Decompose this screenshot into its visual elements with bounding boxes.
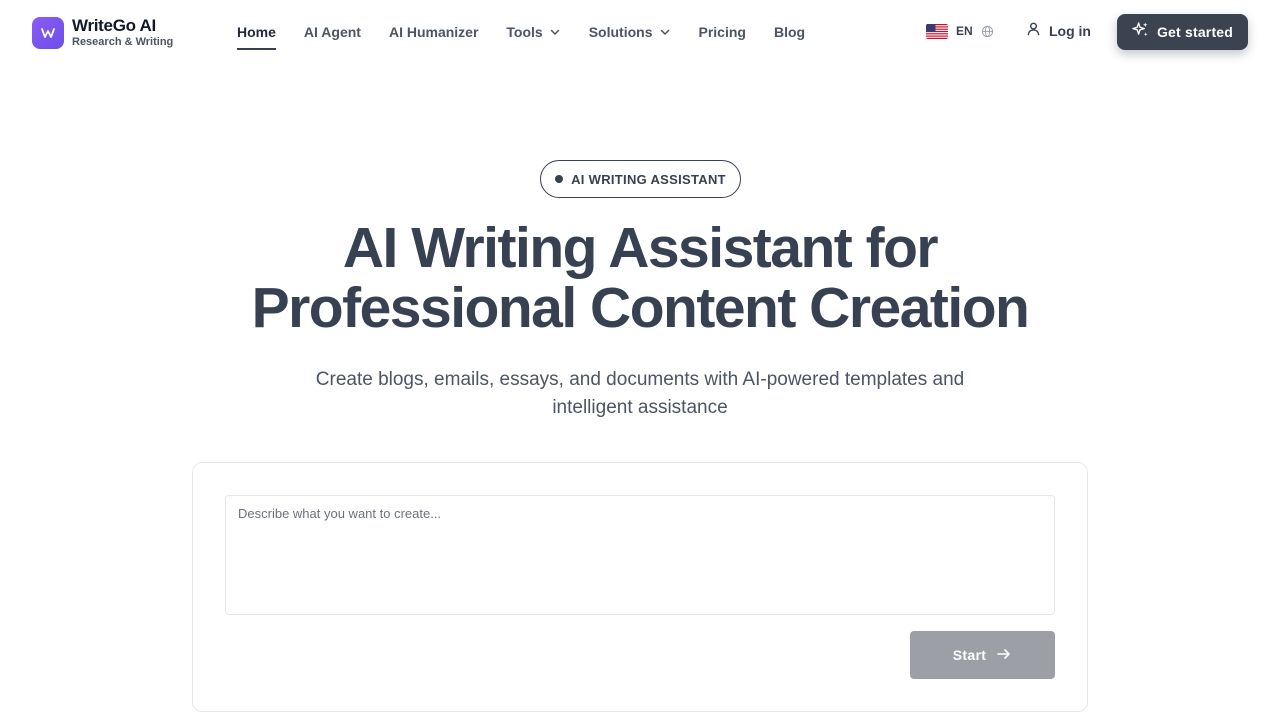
nav-item-ai-humanizer[interactable]: AI Humanizer [389,0,478,64]
nav-item-blog[interactable]: Blog [774,0,805,64]
hero-title-line-2: Professional Content Creation [251,276,1030,340]
composer-card: Start [192,462,1088,712]
nav-item-home[interactable]: Home [237,0,276,64]
login-label: Log in [1049,23,1091,39]
brand-name: WriteGo AI [72,16,156,35]
nav-item-ai-agent[interactable]: AI Agent [304,0,361,64]
get-started-label: Get started [1156,24,1234,40]
us-flag-icon [926,23,948,39]
nav-item-pricing[interactable]: Pricing [699,0,746,64]
brand-tagline: Research & Writing [72,36,174,48]
brand-text: WriteGo AI Research & Writing [72,16,173,49]
prompt-input[interactable] [225,495,1055,615]
start-button[interactable]: Start [910,631,1055,679]
hero-title: AI Writing Assistant for Professional Co… [140,218,1140,338]
user-icon [1026,21,1041,41]
badge-dot-icon [555,175,564,183]
globe-icon [981,25,994,38]
language-selector[interactable]: EN [926,20,994,42]
nav-item-tools[interactable]: Tools [506,0,560,64]
nav-item-solutions[interactable]: Solutions [589,0,671,64]
main-nav: Home AI Agent AI Humanizer Tools Solutio… [237,0,833,64]
hero-subtitle: Create blogs, emails, essays, and docume… [315,369,965,418]
brand-logo-link[interactable]: WriteGo AI Research & Writing [32,16,173,49]
hero-title-line-1: AI Writing Assistant for [342,216,939,280]
chevron-down-icon [659,26,671,38]
login-button[interactable]: Log in [1026,20,1091,42]
arrow-right-icon [996,646,1012,665]
hero-badge: AI WRITING ASSISTANT [540,160,741,198]
sparkles-icon [1132,21,1149,43]
site-header: WriteGo AI Research & Writing Home AI Ag… [0,0,1280,64]
w-icon [32,16,64,49]
badge-text: AI WRITING ASSISTANT [571,171,726,187]
start-label: Start [952,647,987,663]
get-started-button[interactable]: Get started [1117,14,1248,50]
chevron-down-icon [549,26,561,38]
nav-item-solutions-label: Solutions [588,24,653,40]
language-code: EN [956,24,973,38]
nav-item-tools-label: Tools [506,24,543,40]
